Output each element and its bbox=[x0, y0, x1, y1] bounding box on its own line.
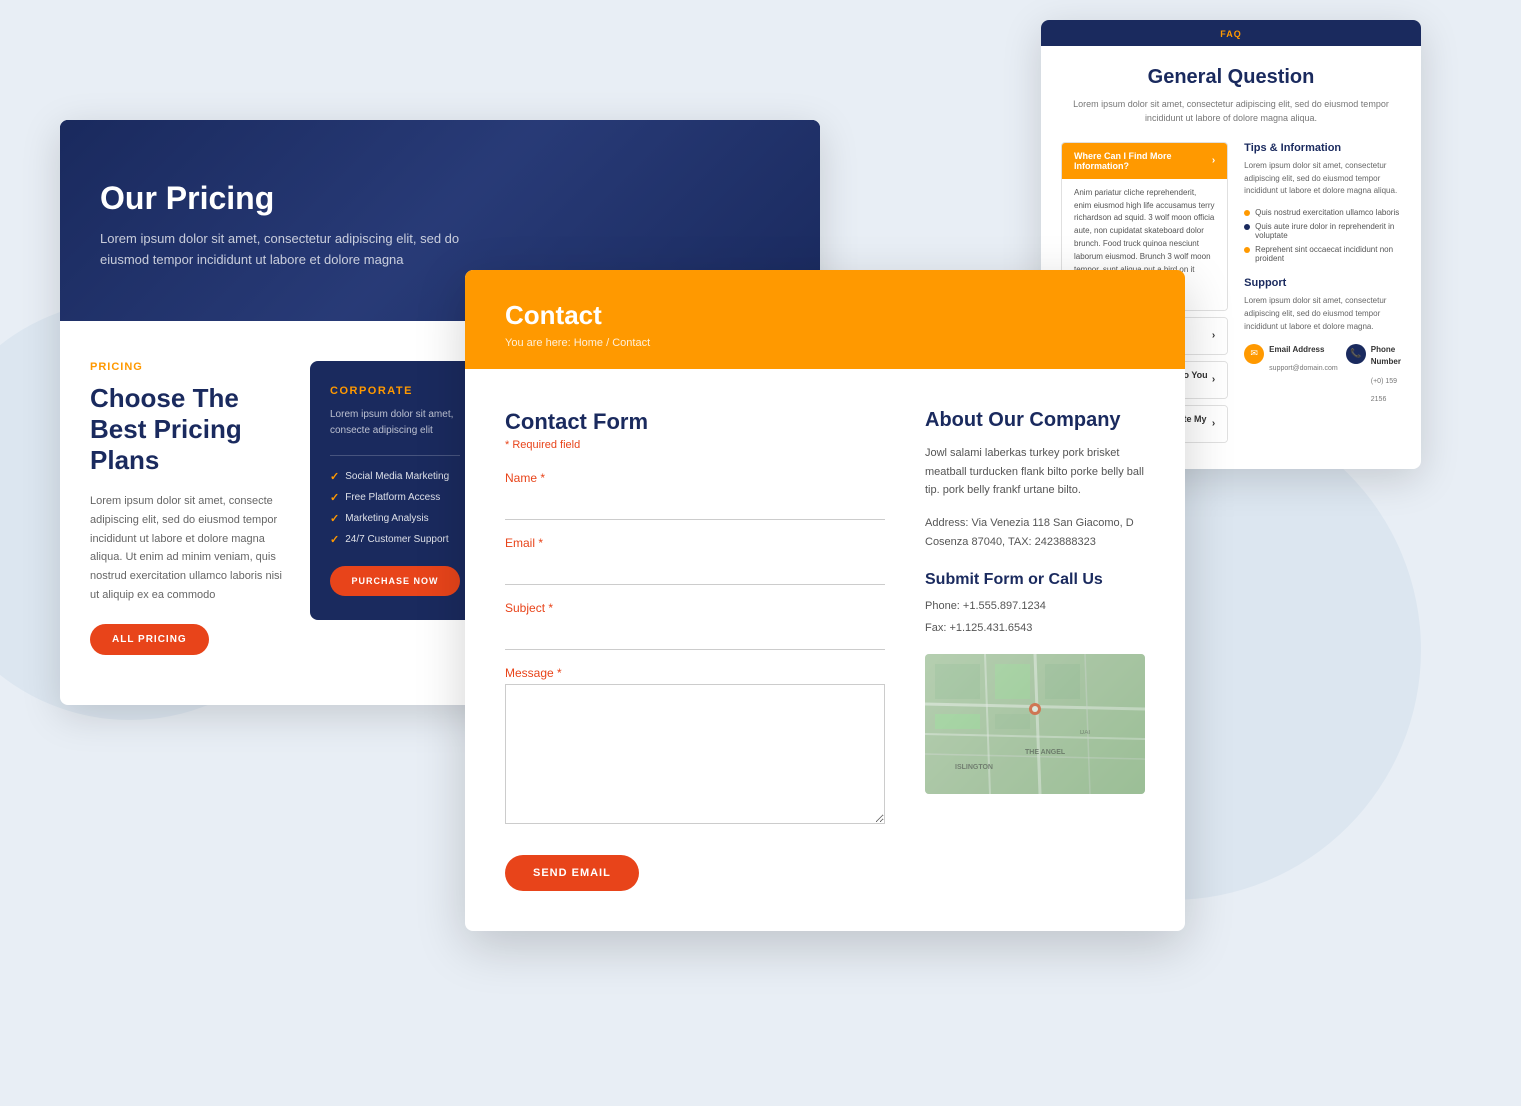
tip-dot-2 bbox=[1244, 224, 1250, 230]
svg-text:ISLINGTON: ISLINGTON bbox=[955, 764, 993, 771]
subject-label: Subject * bbox=[505, 601, 885, 615]
map-svg: ISLINGTON THE ANGEL DAI bbox=[925, 654, 1145, 794]
faq-support: Support Lorem ipsum dolor sit amet, cons… bbox=[1244, 277, 1401, 406]
faq-title: General Question bbox=[1061, 66, 1401, 89]
pricing-page-title: Our Pricing bbox=[100, 180, 780, 217]
company-address: Address: Via Venezia 118 San Giacomo, D … bbox=[925, 514, 1145, 551]
svg-text:THE ANGEL: THE ANGEL bbox=[1025, 749, 1066, 756]
about-company-title: About Our Company bbox=[925, 409, 1145, 432]
support-contacts: ✉ Email Address support@domain.com 📞 Pho… bbox=[1244, 344, 1401, 407]
message-label: Message * bbox=[505, 666, 885, 680]
accordion-arrow-3: › bbox=[1212, 374, 1215, 385]
phone-contact-value: (+0) 159 2156 bbox=[1371, 378, 1397, 403]
submit-or-call: Submit Form or Call Us Phone: +1.555.897… bbox=[925, 571, 1145, 637]
required-note: * Required field bbox=[505, 439, 885, 451]
accordion-arrow-4: › bbox=[1212, 418, 1215, 429]
feature-marketing-analysis: Marketing Analysis bbox=[330, 512, 460, 525]
send-email-button[interactable]: SEND EMAIL bbox=[505, 855, 639, 891]
tip-item-3: Reprehent sint occaecat incididunt non p… bbox=[1244, 245, 1401, 263]
phone-number: Phone: +1.555.897.1234 bbox=[925, 597, 1145, 616]
subject-field-group: Subject * bbox=[505, 601, 885, 650]
pricing-heading: Choose The Best Pricing Plans bbox=[90, 383, 290, 477]
email-contact: ✉ Email Address support@domain.com bbox=[1244, 344, 1338, 407]
name-field-group: Name * bbox=[505, 471, 885, 520]
pricing-intro: PRICING Choose The Best Pricing Plans Lo… bbox=[90, 361, 290, 656]
name-label: Name * bbox=[505, 471, 885, 485]
contact-breadcrumb: You are here: Home / Contact bbox=[505, 337, 1145, 349]
accordion-arrow-1: › bbox=[1212, 155, 1215, 166]
contact-form-title: Contact Form bbox=[505, 409, 885, 435]
phone-contact-text: Phone Number (+0) 159 2156 bbox=[1371, 344, 1401, 407]
tips-description: Lorem ipsum dolor sit amet, consectetur … bbox=[1244, 160, 1401, 198]
support-description: Lorem ipsum dolor sit amet, consectetur … bbox=[1244, 295, 1401, 333]
contact-page: Contact You are here: Home / Contact Con… bbox=[465, 270, 1185, 931]
accordion-question-1: Where Can I Find More Information? bbox=[1074, 151, 1212, 171]
contact-info-section: About Our Company Jowl salami laberkas t… bbox=[925, 409, 1145, 891]
feature-social-media: Social Media Marketing bbox=[330, 470, 460, 483]
email-input[interactable] bbox=[505, 554, 885, 585]
accordion-arrow-2: › bbox=[1212, 330, 1215, 341]
pricing-description: Lorem ipsum dolor sit amet, consecte adi… bbox=[90, 492, 290, 604]
phone-contact: 📞 Phone Number (+0) 159 2156 bbox=[1346, 344, 1401, 407]
tip-item-2: Quis aute irure dolor in reprehenderit i… bbox=[1244, 222, 1401, 240]
tip-dot-3 bbox=[1244, 247, 1250, 253]
email-contact-text: Email Address support@domain.com bbox=[1269, 344, 1338, 376]
corporate-label: CORPORATE bbox=[330, 385, 460, 397]
contact-form-section: Contact Form * Required field Name * Ema… bbox=[505, 409, 885, 891]
message-field-group: Message * bbox=[505, 666, 885, 829]
tip-dot-1 bbox=[1244, 210, 1250, 216]
phone-contact-label: Phone Number bbox=[1371, 344, 1401, 370]
email-contact-label: Email Address bbox=[1269, 344, 1338, 357]
email-contact-value: support@domain.com bbox=[1269, 365, 1338, 372]
corporate-features: Social Media Marketing Free Platform Acc… bbox=[330, 470, 460, 546]
svg-text:DAI: DAI bbox=[1080, 730, 1090, 736]
phone-icon: 📞 bbox=[1346, 344, 1366, 364]
contact-hero: Contact You are here: Home / Contact bbox=[465, 270, 1185, 369]
company-description: Jowl salami laberkas turkey pork brisket… bbox=[925, 444, 1145, 500]
tips-title: Tips & Information bbox=[1244, 142, 1401, 154]
email-icon: ✉ bbox=[1244, 344, 1264, 364]
submit-call-title: Submit Form or Call Us bbox=[925, 571, 1145, 589]
corporate-pricing-card: CORPORATE Lorem ipsum dolor sit amet, co… bbox=[310, 361, 480, 620]
purchase-now-button[interactable]: PURCHASE NOW bbox=[330, 566, 460, 596]
email-label: Email * bbox=[505, 536, 885, 550]
tip-item-1: Quis nostrud exercitation ullamco labori… bbox=[1244, 208, 1401, 217]
faq-top-bar: FAQ bbox=[1041, 20, 1421, 46]
pricing-label: PRICING bbox=[90, 361, 290, 373]
contact-breadcrumb-text: You are here: Home / Contact bbox=[505, 337, 650, 349]
support-title: Support bbox=[1244, 277, 1401, 289]
faq-tips-section: Tips & Information Lorem ipsum dolor sit… bbox=[1244, 142, 1401, 449]
accordion-header-1[interactable]: Where Can I Find More Information? › bbox=[1062, 143, 1227, 179]
feature-customer-support: 24/7 Customer Support bbox=[330, 533, 460, 546]
faq-intro: Lorem ipsum dolor sit amet, consectetur … bbox=[1061, 97, 1401, 126]
faq-bar-label: FAQ bbox=[1220, 29, 1242, 39]
map-placeholder: ISLINGTON THE ANGEL DAI bbox=[925, 654, 1145, 794]
email-field-group: Email * bbox=[505, 536, 885, 585]
subject-input[interactable] bbox=[505, 619, 885, 650]
all-pricing-button[interactable]: ALL PRICING bbox=[90, 624, 209, 655]
fax-number: Fax: +1.125.431.6543 bbox=[925, 619, 1145, 638]
message-textarea[interactable] bbox=[505, 684, 885, 824]
contact-body: Contact Form * Required field Name * Ema… bbox=[465, 369, 1185, 931]
contact-page-title: Contact bbox=[505, 300, 1145, 331]
name-input[interactable] bbox=[505, 489, 885, 520]
corporate-description: Lorem ipsum dolor sit amet, consecte adi… bbox=[330, 407, 460, 439]
tips-list: Quis nostrud exercitation ullamco labori… bbox=[1244, 208, 1401, 263]
feature-platform-access: Free Platform Access bbox=[330, 491, 460, 504]
pricing-hero-subtitle: Lorem ipsum dolor sit amet, consectetur … bbox=[100, 229, 460, 271]
